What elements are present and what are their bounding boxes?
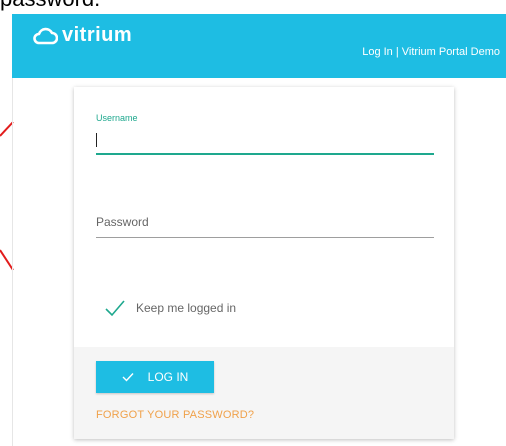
page-caption: password.	[0, 0, 100, 12]
username-input[interactable]	[96, 129, 434, 155]
brand-name: vitrium	[62, 24, 133, 46]
login-button-label: LOG IN	[147, 370, 189, 384]
login-button[interactable]: LOG IN	[96, 361, 214, 393]
keep-logged-in-checkbox[interactable]: Keep me logged in	[104, 299, 236, 317]
page-title: Log In | Vitrium Portal Demo	[362, 46, 500, 58]
password-field-group: Password	[96, 211, 434, 238]
username-field-group: Username	[96, 113, 434, 155]
top-bar: vitrium Log In | Vitrium Portal Demo	[12, 14, 506, 78]
brand-logo[interactable]: vitrium	[32, 24, 132, 47]
login-card: Username Password Keep me logged in LOG …	[74, 87, 454, 439]
password-input[interactable]: Password	[96, 211, 434, 238]
check-icon	[122, 373, 134, 382]
keep-logged-in-label: Keep me logged in	[136, 301, 237, 315]
login-actions: LOG IN FORGOT YOUR PASSWORD?	[74, 347, 454, 439]
cloud-icon	[33, 27, 58, 44]
check-icon	[105, 300, 125, 317]
username-label: Username	[96, 113, 138, 123]
forgot-password-link[interactable]: FORGOT YOUR PASSWORD?	[96, 409, 254, 421]
password-placeholder: Password	[96, 215, 149, 229]
text-caret	[96, 133, 97, 147]
page-left-border	[12, 78, 13, 446]
